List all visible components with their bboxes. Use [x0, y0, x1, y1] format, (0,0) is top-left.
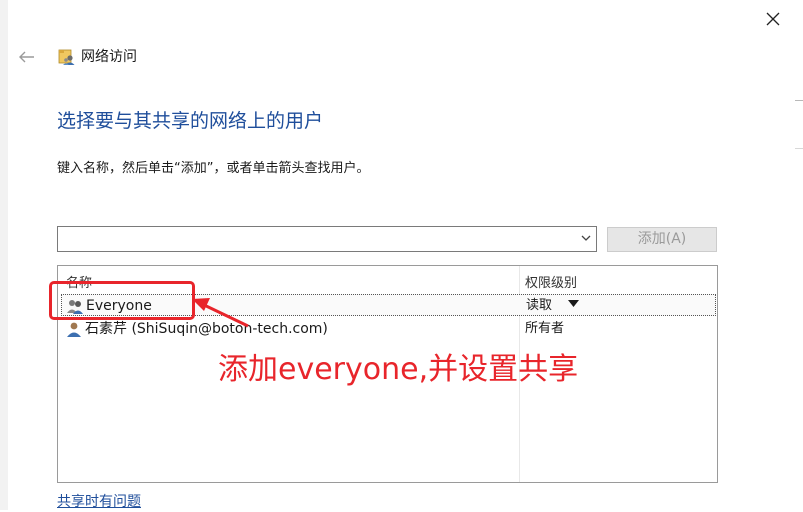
sharing-help-link[interactable]: 共享时有问题 [57, 492, 141, 512]
dropdown-arrow-icon[interactable] [568, 300, 579, 307]
user-icon [67, 322, 81, 337]
network-access-icon [58, 49, 75, 65]
close-button[interactable] [760, 6, 786, 32]
window-title: 网络访问 [81, 49, 137, 65]
instruction-text: 键入名称，然后单击“添加”，或者单击箭头查找用户。 [57, 161, 370, 176]
column-header-permission[interactable]: 权限级别 [525, 272, 577, 291]
annotation-highlight-box [49, 281, 195, 320]
permission-level: 所有者 [525, 321, 565, 336]
page-heading: 选择要与其共享的网络上的用户 [57, 110, 324, 132]
add-button[interactable]: 添加(A) [607, 227, 717, 252]
annotation-text: 添加everyone,并设置共享 [218, 352, 579, 387]
permission-level[interactable]: 读取 [526, 297, 552, 315]
background-window-edge [795, 0, 803, 510]
chevron-down-icon[interactable] [581, 235, 591, 242]
left-window-strip [0, 0, 8, 510]
back-arrow-icon [19, 51, 34, 63]
back-button[interactable] [16, 46, 38, 68]
annotation-arrow-icon [192, 298, 249, 328]
close-icon [766, 12, 780, 26]
user-name-combobox[interactable] [57, 226, 597, 252]
table-row-owner[interactable]: 石素芹 (ShiSuqin@boton-tech.com) 所有者 [61, 318, 716, 340]
